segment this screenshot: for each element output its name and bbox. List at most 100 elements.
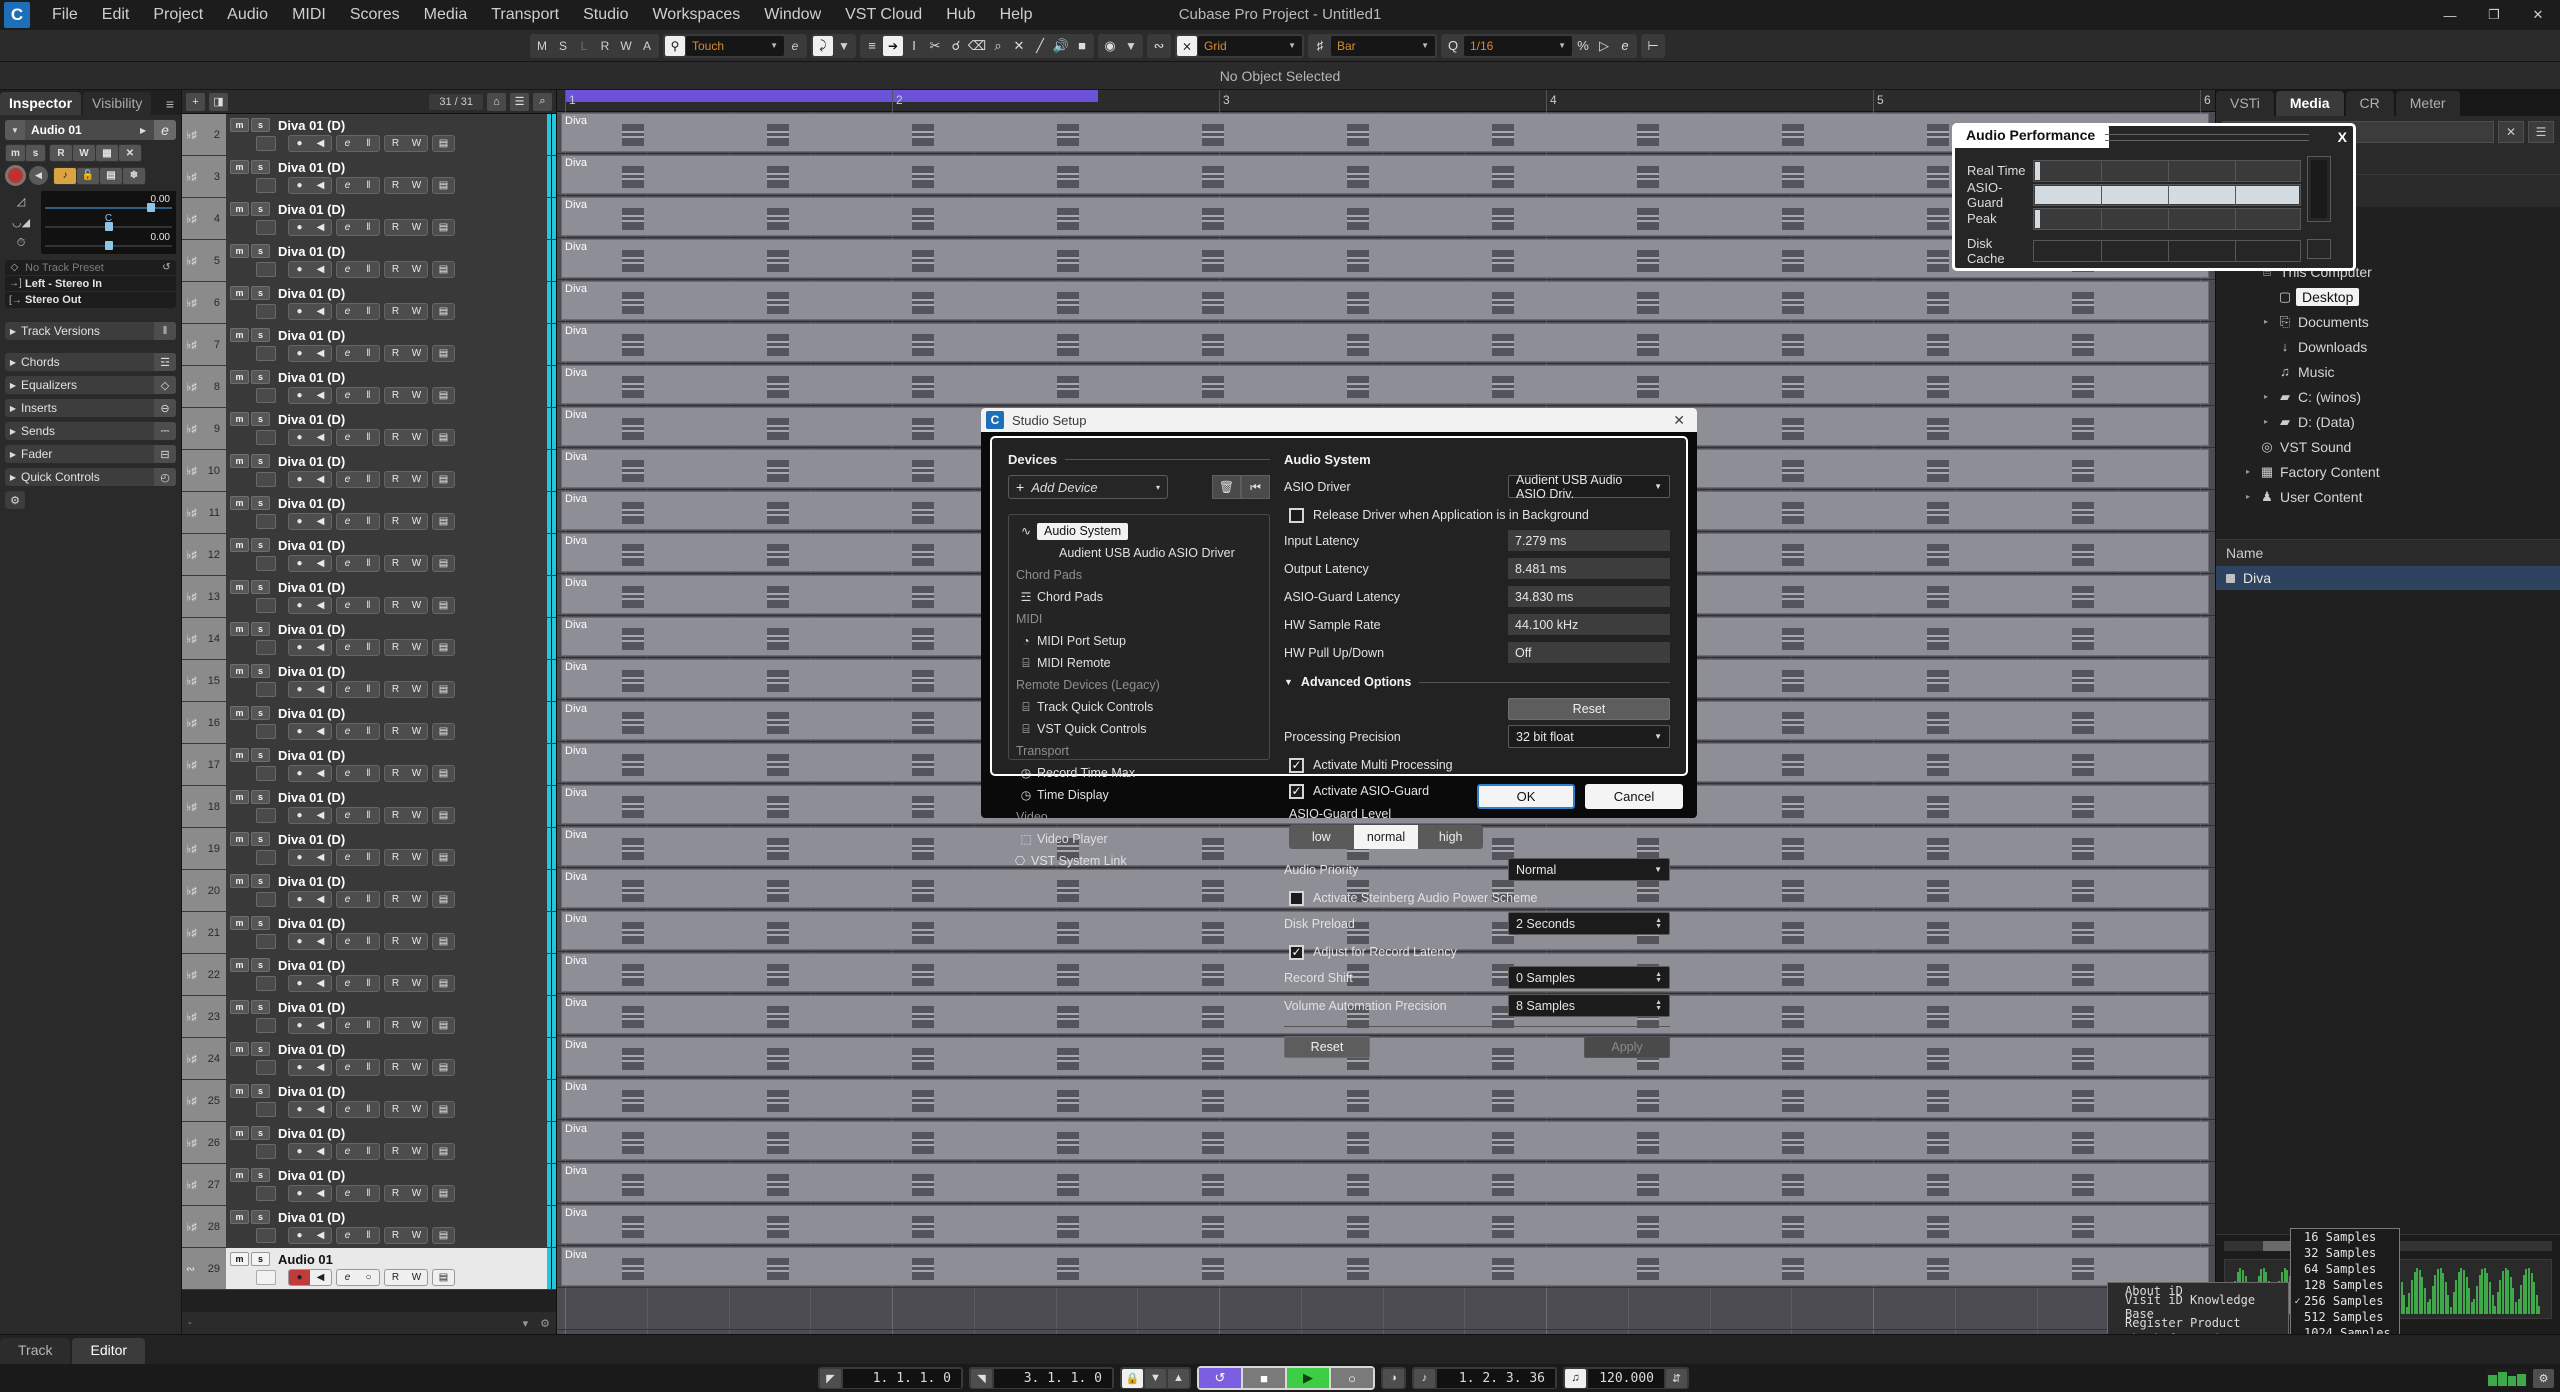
row-solo-button[interactable]: s (251, 454, 270, 468)
row-monitor-button[interactable]: ◀ (310, 346, 331, 361)
record-button[interactable]: ○ (1331, 1368, 1373, 1388)
row-record-button[interactable]: ● (289, 724, 310, 739)
track-row[interactable]: ♭♯ 19 m s Diva 01 (D) ● ◀ e ‖ R W ▤ (182, 828, 556, 870)
row-monitor-button[interactable]: ◀ (310, 388, 331, 403)
row-write-button[interactable]: W (406, 766, 427, 781)
row-read-button[interactable]: R (385, 1060, 406, 1075)
row-write-button[interactable]: W (406, 556, 427, 571)
erase-icon[interactable]: ⌫ (967, 36, 987, 56)
home-icon[interactable]: ⌂ (487, 92, 506, 111)
chevron-down-icon[interactable]: ▾ (523, 1317, 529, 1330)
row-record-button[interactable]: ● (289, 892, 310, 907)
row-read-button[interactable]: R (385, 262, 406, 277)
range-select-icon[interactable]: I (904, 36, 924, 56)
processing-precision-select[interactable]: 32 bit float ▼ (1508, 725, 1670, 748)
maximize-button[interactable]: ❐ (2472, 0, 2516, 30)
row-edit-button[interactable]: e (337, 682, 358, 697)
tree-node[interactable]: ♫ Music (2216, 359, 2560, 384)
output-settings-icon[interactable]: ⚙ (2533, 1368, 2554, 1388)
row-instrument-button[interactable]: ‖ (358, 1228, 379, 1243)
quantize-apply-icon[interactable]: ▷ (1594, 36, 1614, 56)
device-tree-item[interactable]: ⌸ Track Quick Controls (1009, 696, 1269, 718)
track-row[interactable]: ♭♯ 17 m s Diva 01 (D) ● ◀ e ‖ R W ▤ (182, 744, 556, 786)
row-edit-button[interactable]: e (337, 598, 358, 613)
volume-slider[interactable]: 0.00 (45, 194, 172, 213)
row-instrument-button[interactable]: ‖ (358, 556, 379, 571)
row-write-button[interactable]: W (406, 304, 427, 319)
row-read-button[interactable]: R (385, 850, 406, 865)
tab-media[interactable]: Media (2275, 91, 2344, 116)
arrange-track-row[interactable] (557, 1288, 2215, 1330)
row-color-swatch[interactable] (256, 1228, 276, 1243)
row-lanes-button[interactable]: ▤ (433, 682, 454, 697)
submenu-item[interactable]: 32 Samples (2291, 1245, 2399, 1261)
row-record-button[interactable]: ● (289, 346, 310, 361)
track-row[interactable]: ♭♯ 24 m s Diva 01 (D) ● ◀ e ‖ R W ▤ (182, 1038, 556, 1080)
row-write-button[interactable]: W (406, 514, 427, 529)
power-scheme-row[interactable]: Activate Steinberg Audio Power Scheme (1284, 885, 1670, 911)
row-lanes-button[interactable]: ▤ (433, 430, 454, 445)
row-lanes-button[interactable]: ▤ (433, 1144, 454, 1159)
row-write-button[interactable]: W (406, 220, 427, 235)
dialog-reset-button[interactable]: Reset (1284, 1036, 1370, 1058)
device-tree-item[interactable]: Audient USB Audio ASIO Driver (1009, 542, 1269, 564)
tree-node[interactable]: ▸ ▰ D: (Data) (2216, 409, 2560, 434)
row-instrument-button[interactable]: ‖ (358, 808, 379, 823)
row-solo-button[interactable]: s (251, 1168, 270, 1182)
mute-button[interactable]: M (532, 36, 552, 56)
row-write-button[interactable]: W (406, 178, 427, 193)
tree-node[interactable]: ↓ Downloads (2216, 334, 2560, 359)
auto-button[interactable]: A (637, 36, 657, 56)
pan-slider[interactable]: C (45, 213, 172, 232)
menu-item-edit[interactable]: Edit (90, 0, 142, 30)
expander-icon[interactable]: ▸ (2258, 392, 2274, 401)
row-mute-button[interactable]: m (230, 1000, 249, 1014)
row-color-swatch[interactable] (256, 598, 276, 613)
row-record-button[interactable]: ● (289, 430, 310, 445)
constrain-delay-icon[interactable]: ⤸ (813, 35, 833, 56)
row-read-button[interactable]: R (385, 934, 406, 949)
row-color-swatch[interactable] (256, 934, 276, 949)
track-preset-row[interactable]: ◇ No Track Preset ↺ (5, 260, 176, 276)
row-read-button[interactable]: R (385, 178, 406, 193)
row-lanes-button[interactable]: ▤ (433, 640, 454, 655)
row-record-button[interactable]: ● (289, 1270, 310, 1285)
midi-part[interactable]: Diva (561, 1079, 2209, 1118)
row-color-swatch[interactable] (256, 514, 276, 529)
row-edit-button[interactable]: e (337, 346, 358, 361)
lock-icon[interactable]: 🔒 (1122, 1368, 1143, 1388)
row-solo-button[interactable]: s (251, 832, 270, 846)
metronome-icon[interactable]: ◑ (1383, 1368, 1404, 1388)
menu-item-file[interactable]: File (40, 0, 90, 30)
ok-button[interactable]: OK (1477, 784, 1575, 809)
row-mute-button[interactable]: m (230, 118, 249, 132)
device-tree-item[interactable]: ◷ Time Display (1009, 784, 1269, 806)
zoom-icon[interactable]: ⌕ (988, 36, 1008, 56)
row-mute-button[interactable]: m (230, 496, 249, 510)
close-icon[interactable]: ✕ (2498, 121, 2524, 143)
menu-item-window[interactable]: Window (752, 0, 833, 30)
device-tree-item[interactable]: ⬚ Video Player (1009, 828, 1269, 850)
row-write-button[interactable]: W (406, 388, 427, 403)
solo-button[interactable]: S (553, 36, 573, 56)
cycle-button[interactable]: ↺ (1199, 1368, 1241, 1388)
disk-preload-stepper[interactable]: 2 Seconds ▲ ▼ (1508, 912, 1670, 935)
row-record-button[interactable]: ● (289, 1018, 310, 1033)
row-edit-button[interactable]: e (337, 1186, 358, 1201)
row-read-button[interactable]: R (385, 598, 406, 613)
grid-icon[interactable]: ♯ (1310, 36, 1330, 56)
primary-time-value[interactable]: 1. 2. 3. 36 (1437, 1368, 1555, 1388)
timebase-icon[interactable]: ♪ (54, 167, 76, 184)
menu-item-studio[interactable]: Studio (571, 0, 640, 30)
device-tree-item[interactable]: ◔ MIDI Port Setup (1009, 630, 1269, 652)
row-edit-button[interactable]: e (337, 892, 358, 907)
row-write-button[interactable]: W (406, 724, 427, 739)
row-monitor-button[interactable]: ◀ (310, 178, 331, 193)
row-record-button[interactable]: ● (289, 598, 310, 613)
row-mute-button[interactable]: m (230, 328, 249, 342)
row-instrument-button[interactable]: ‖ (358, 472, 379, 487)
row-instrument-button[interactable]: ‖ (358, 850, 379, 865)
tree-node[interactable]: ▸ ♟ User Content (2216, 484, 2560, 509)
track-row[interactable]: ♭♯ 9 m s Diva 01 (D) ● ◀ e ‖ R W ▤ (182, 408, 556, 450)
tree-node[interactable]: ▸ ⎘ Documents (2216, 309, 2560, 334)
